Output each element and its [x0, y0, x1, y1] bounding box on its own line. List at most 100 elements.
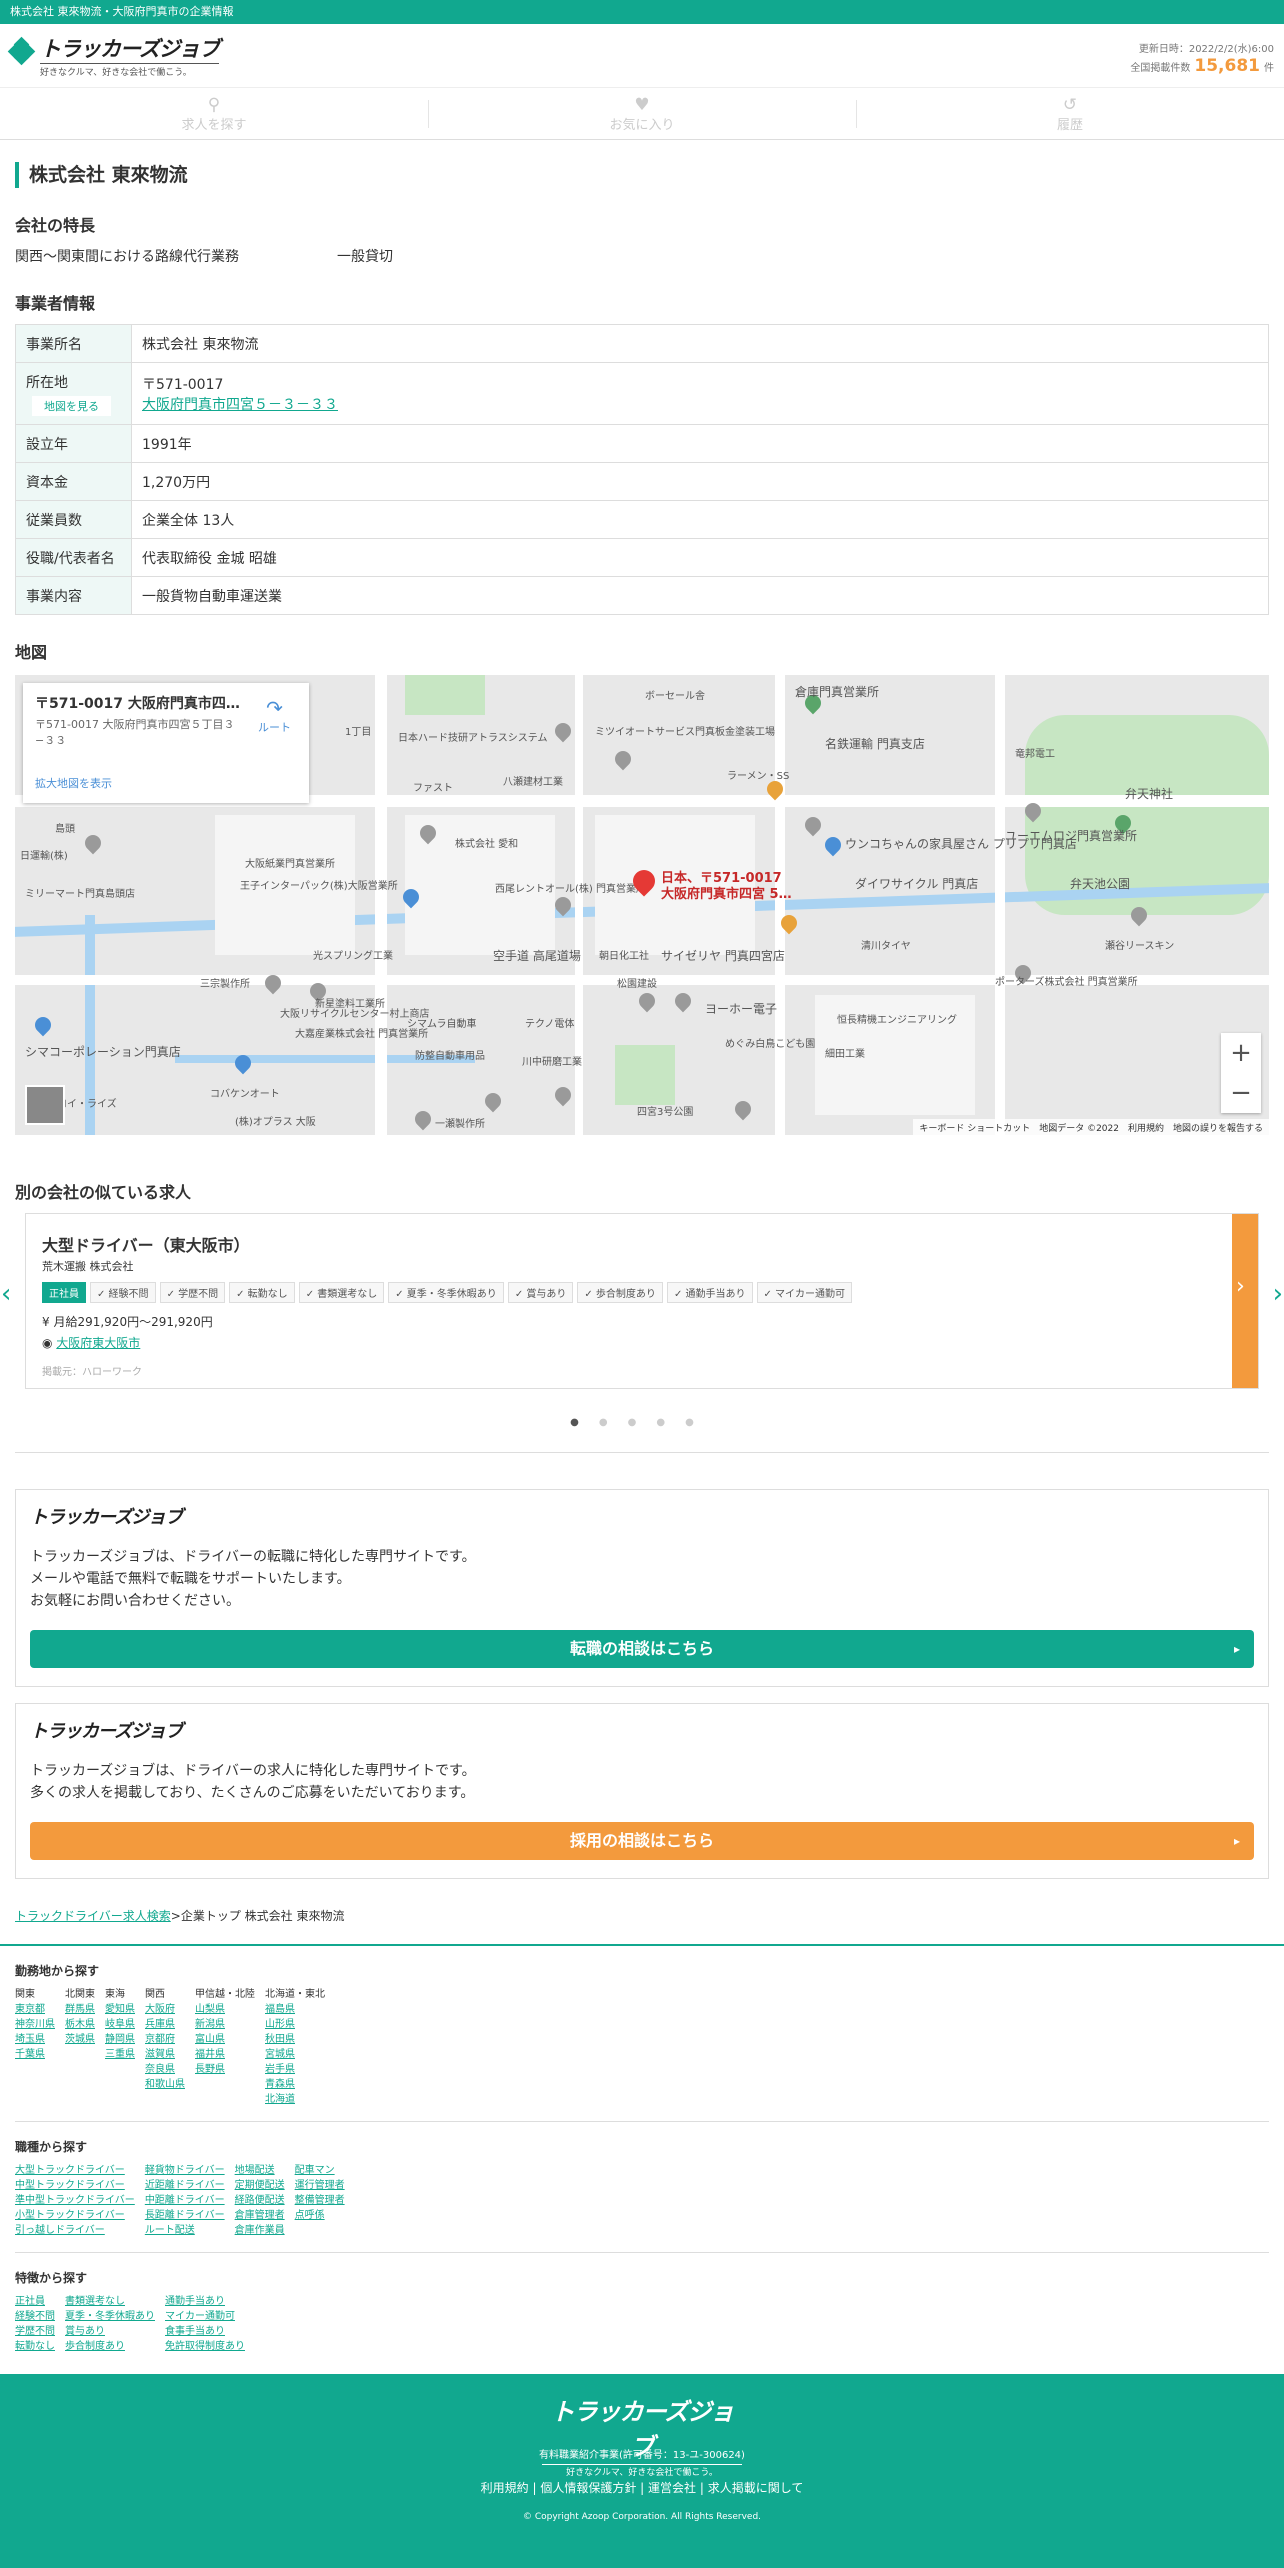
job-tag: ✓ 通勤手当あり — [666, 1282, 753, 1303]
footer-search-link[interactable]: 免許取得制度あり — [165, 2339, 245, 2354]
features-heading: 会社の特長 — [15, 216, 96, 235]
job-location: ◉ 大阪府東大阪市 — [42, 1336, 141, 1350]
footer-search-link[interactable]: 長野県 — [195, 2062, 255, 2077]
carousel-dots[interactable]: ●●●●● — [15, 1417, 1269, 1428]
job-card[interactable]: 大型ドライバー（東大阪市） 荒木運搬 株式会社 正社員 ✓ 経験不問 ✓ 学歴不問 ✓… — [25, 1213, 1259, 1389]
footer-search-link[interactable]: 富山県 — [195, 2032, 255, 2047]
map-label: 弁天池公園 — [1070, 877, 1131, 891]
footer-search-link[interactable]: 北海道 — [265, 2092, 325, 2107]
footer-search-link[interactable]: 夏季・冬季休暇あり — [65, 2309, 155, 2324]
larger-map-link[interactable]: 拡大地図を表示 — [35, 775, 112, 791]
google-map[interactable]: 倉庫門真営業所 名鉄運輸 門真支店 ウンコちゃんの家具屋さん プリプリ門真店 ダイワサ… — [15, 675, 1269, 1135]
footer-search-link[interactable]: 配車マン — [295, 2163, 345, 2178]
link-column: 関西 大阪府 兵庫県 京都府 滋賀県 奈良県 和歌山県 — [145, 1987, 185, 2107]
carousel-next-button[interactable]: › — [1273, 1281, 1283, 1307]
footer-search-link[interactable]: 静岡県 — [105, 2032, 135, 2047]
footer-search-link[interactable]: 正社員 — [15, 2294, 55, 2309]
job-tag: ✓ 学歴不問 — [159, 1282, 226, 1303]
footer-search-link[interactable]: 神奈川県 — [15, 2017, 55, 2032]
breadcrumb-home[interactable]: トラックドライバー求人検索 — [15, 1909, 171, 1923]
footer-search-link[interactable]: 奈良県 — [145, 2062, 185, 2077]
link-column: 北関東 群馬県 栃木県 茨城県 — [65, 1987, 95, 2107]
footer-search-link[interactable]: 栃木県 — [65, 2017, 95, 2032]
footer-search-link[interactable]: 学歴不問 — [15, 2324, 55, 2339]
footer-search-link[interactable]: 転勤なし — [15, 2339, 55, 2354]
footer-link[interactable]: 利用規約 — [481, 2481, 529, 2495]
footer-search-link[interactable]: 東京都 — [15, 2002, 55, 2017]
route-button[interactable]: ↷ ルート — [258, 697, 291, 735]
footer-search-link[interactable]: 通勤手当あり — [165, 2294, 245, 2309]
zoom-in-button[interactable]: + — [1221, 1033, 1261, 1073]
footer-search-link[interactable]: 茨城県 — [65, 2032, 95, 2047]
footer-search-link[interactable]: 中型トラックドライバー — [15, 2178, 135, 2193]
satellite-toggle[interactable] — [25, 1085, 65, 1125]
nav-history[interactable]: ↺ 履歴 — [856, 88, 1284, 139]
footer-search-link[interactable]: 岐阜県 — [105, 2017, 135, 2032]
carousel-prev-button[interactable]: ‹ — [1, 1281, 11, 1307]
map-label: 細田工業 — [825, 1049, 865, 1060]
footer-search-link[interactable]: 点呼係 — [295, 2208, 345, 2223]
footer-search-link[interactable]: 三重県 — [105, 2047, 135, 2062]
footer-search-link[interactable]: 青森県 — [265, 2077, 325, 2092]
footer-link[interactable]: 運営会社 — [648, 2481, 696, 2495]
footer-search-link[interactable]: 経験不問 — [15, 2309, 55, 2324]
footer-search-link[interactable]: 大阪府 — [145, 2002, 185, 2017]
address-link[interactable]: 大阪府門真市四宮５－３－３３ — [142, 397, 338, 413]
footer-search-link[interactable]: 山梨県 — [195, 2002, 255, 2017]
footer-search-link[interactable]: 宮城県 — [265, 2047, 325, 2062]
footer-search-link[interactable]: 歩合制度あり — [65, 2339, 155, 2354]
footer-search-link[interactable]: 滋賀県 — [145, 2047, 185, 2062]
footer-search-link[interactable]: 引っ越しドライバー — [15, 2223, 135, 2238]
view-map-button[interactable]: 地図を見る — [32, 395, 111, 416]
footer-search-link[interactable]: 長距離ドライバー — [145, 2208, 225, 2223]
heart-icon: ♥ — [634, 95, 650, 115]
footer-search-link[interactable]: 兵庫県 — [145, 2017, 185, 2032]
footer-search-link[interactable]: 岩手県 — [265, 2062, 325, 2077]
footer-search-link[interactable]: 千葉県 — [15, 2047, 55, 2062]
footer-search-link[interactable]: マイカー通勤可 — [165, 2309, 245, 2324]
career-consult-button[interactable]: 転職の相談はこちら — [30, 1630, 1254, 1668]
footer-search-link[interactable]: 和歌山県 — [145, 2077, 185, 2092]
footer-search-link[interactable]: 群馬県 — [65, 2002, 95, 2017]
info-window-title: 〒571-0017 大阪府門真市四宮... — [35, 696, 245, 712]
footer-search-link[interactable]: ルート配送 — [145, 2223, 225, 2238]
next-card-peek[interactable]: › — [1232, 1214, 1258, 1388]
footer-search-link[interactable]: 埼玉県 — [15, 2032, 55, 2047]
nav-favorites[interactable]: ♥ お気に入り — [428, 88, 856, 139]
footer-search-link[interactable]: 倉庫作業員 — [235, 2223, 285, 2238]
footer-search-link[interactable]: 愛知県 — [105, 2002, 135, 2017]
footer-search-link[interactable]: 秋田県 — [265, 2032, 325, 2047]
footer-search-link[interactable]: 賞与あり — [65, 2324, 155, 2339]
footer-search-link[interactable]: 新潟県 — [195, 2017, 255, 2032]
footer-search-link[interactable]: 地場配送 — [235, 2163, 285, 2178]
footer-search-link[interactable]: 大型トラックドライバー — [15, 2163, 135, 2178]
footer-search-link[interactable]: 近距離ドライバー — [145, 2178, 225, 2193]
footer-search-link[interactable]: 書類選考なし — [65, 2294, 155, 2309]
site-logo[interactable]: トラッカーズジョブ 好きなクルマ、好きな会社で働こう。 — [7, 36, 220, 78]
footer-search-link[interactable]: 整備管理者 — [295, 2193, 345, 2208]
footer-search-link[interactable]: 山形県 — [265, 2017, 325, 2032]
nav-search[interactable]: ⚲ 求人を探す — [0, 88, 428, 139]
recruit-consult-button[interactable]: 採用の相談はこちら — [30, 1822, 1254, 1860]
footer-search-link[interactable]: 経路便配送 — [235, 2193, 285, 2208]
footer-link[interactable]: 個人情報保護方針 — [540, 2481, 636, 2495]
map-label: 一瀬製作所 — [435, 1119, 485, 1130]
footer-search-link[interactable]: 福井県 — [195, 2047, 255, 2062]
footer-search-link[interactable]: 食事手当あり — [165, 2324, 245, 2339]
column-heading: 東海 — [105, 1989, 125, 2000]
count-label: 全国掲載件数 — [1130, 63, 1191, 74]
footer-search-link[interactable]: 福島県 — [265, 2002, 325, 2017]
map-label: 空手道 高尾道場 — [493, 949, 581, 963]
footer-search-link[interactable]: 倉庫管理者 — [235, 2208, 285, 2223]
footer-search-link[interactable]: 中距離ドライバー — [145, 2193, 225, 2208]
footer-search-link[interactable]: 軽貨物ドライバー — [145, 2163, 225, 2178]
footer-search-link[interactable]: 運行管理者 — [295, 2178, 345, 2193]
footer-search-link[interactable]: 京都府 — [145, 2032, 185, 2047]
count-unit: 件 — [1264, 63, 1274, 74]
footer-search-link[interactable]: 定期便配送 — [235, 2178, 285, 2193]
footer-logo[interactable]: トラッカーズジョブ 好きなクルマ、好きな会社で働こう。 — [542, 2392, 742, 2478]
zoom-out-button[interactable]: − — [1221, 1073, 1261, 1113]
footer-link[interactable]: 求人掲載に関して — [708, 2481, 804, 2495]
footer-search-link[interactable]: 小型トラックドライバー — [15, 2208, 135, 2223]
footer-search-link[interactable]: 準中型トラックドライバー — [15, 2193, 135, 2208]
